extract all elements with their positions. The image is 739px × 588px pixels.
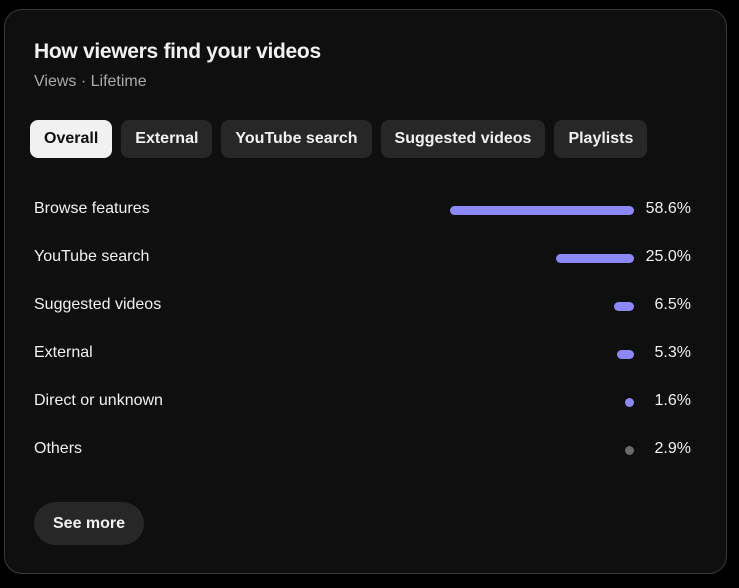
source-percent: 25.0% xyxy=(645,248,691,265)
tab-suggested-videos[interactable]: Suggested videos xyxy=(380,120,546,158)
source-label: Others xyxy=(34,440,83,457)
source-bar xyxy=(617,350,634,359)
tab-youtube-search[interactable]: YouTube search xyxy=(221,120,372,158)
source-bar xyxy=(613,302,634,311)
source-label: Direct or unknown xyxy=(34,392,163,409)
source-percent: 1.6% xyxy=(654,392,691,409)
source-label: YouTube search xyxy=(34,248,150,265)
filter-tabs: Overall External YouTube search Suggeste… xyxy=(30,120,648,158)
card-title: How viewers find your videos xyxy=(34,40,321,63)
traffic-source-row: Direct or unknown 1.6% xyxy=(34,378,691,426)
source-label: Browse features xyxy=(34,200,150,217)
source-percent: 6.5% xyxy=(654,296,691,313)
source-label: Suggested videos xyxy=(34,296,162,313)
see-more-button[interactable]: See more xyxy=(34,502,145,545)
source-bar xyxy=(624,446,634,455)
tab-overall[interactable]: Overall xyxy=(30,120,113,158)
tab-playlists[interactable]: Playlists xyxy=(554,120,648,158)
traffic-source-list: Browse features 58.6% YouTube search 25.… xyxy=(34,186,691,474)
source-bar xyxy=(555,254,634,263)
source-bar xyxy=(625,398,634,407)
traffic-sources-card: How viewers find your videos Views · Lif… xyxy=(4,9,727,574)
traffic-source-row: Browse features 58.6% xyxy=(34,186,691,234)
traffic-source-row: Suggested videos 6.5% xyxy=(34,282,691,330)
source-percent: 2.9% xyxy=(654,440,691,457)
source-percent: 58.6% xyxy=(645,200,691,217)
source-label: External xyxy=(34,344,93,361)
traffic-source-row: YouTube search 25.0% xyxy=(34,234,691,282)
traffic-source-row: External 5.3% xyxy=(34,330,691,378)
traffic-source-row: Others 2.9% xyxy=(34,426,691,474)
source-bar xyxy=(450,206,634,215)
card-subtitle: Views · Lifetime xyxy=(34,73,147,90)
source-percent: 5.3% xyxy=(654,344,691,361)
tab-external[interactable]: External xyxy=(121,120,213,158)
